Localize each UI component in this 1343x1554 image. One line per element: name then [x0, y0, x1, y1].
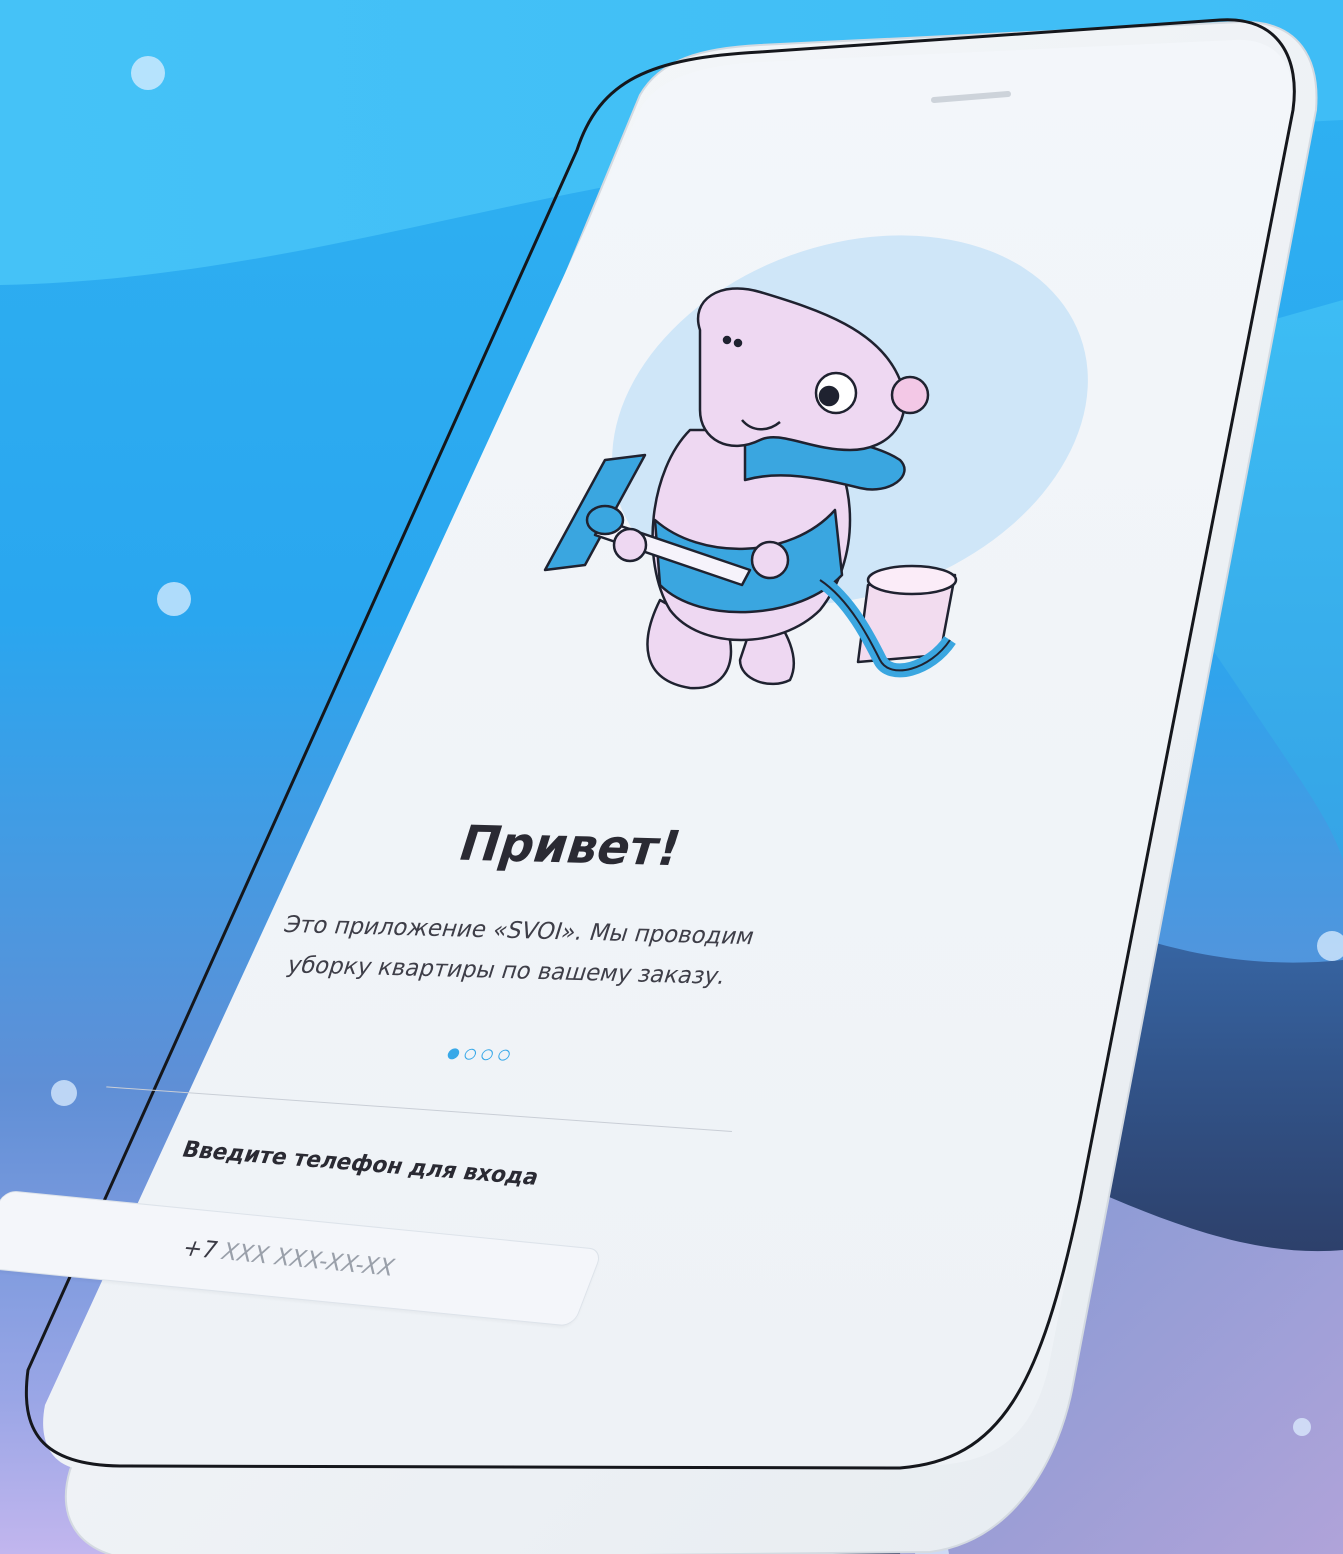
welcome-title: Привет! — [452, 815, 689, 878]
pager-dot[interactable] — [480, 1049, 495, 1061]
onboarding-pager — [446, 1048, 588, 1063]
divider — [106, 1086, 733, 1133]
welcome-description: Это приложение «SVOI». Мы проводим уборк… — [203, 903, 823, 999]
phone-input[interactable]: +7 XXX XXX-XX-XX — [0, 1189, 604, 1327]
phone-login-label: Введите телефон для входа — [178, 1137, 543, 1191]
phone-placeholder: XXX XXX-XX-XX — [217, 1238, 399, 1282]
phone-mockup: Привет! Это приложение «SVOI». Мы провод… — [0, 0, 1343, 1554]
phone-country-code: +7 — [178, 1235, 222, 1265]
app-background: Привет! Это приложение «SVOI». Мы провод… — [0, 0, 1343, 1554]
pager-dot[interactable] — [496, 1049, 512, 1061]
pager-dot-active[interactable] — [446, 1048, 461, 1060]
pager-dot[interactable] — [463, 1048, 478, 1060]
